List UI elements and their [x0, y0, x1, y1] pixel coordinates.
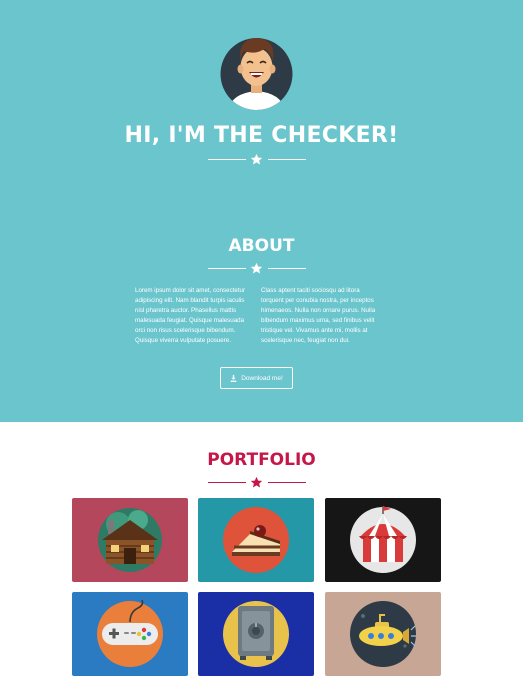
circus-tent-icon — [350, 506, 416, 573]
cake-slice-icon — [223, 507, 289, 573]
portfolio-star-divider — [0, 476, 523, 490]
game-controller-icon — [97, 599, 163, 667]
download-icon — [230, 374, 237, 382]
portfolio-item-controller[interactable] — [72, 592, 188, 676]
divider-line — [208, 482, 246, 483]
star-icon — [250, 153, 263, 165]
portfolio-item-submarine[interactable] — [325, 592, 441, 676]
submarine-icon — [350, 601, 416, 667]
divider-line — [268, 159, 306, 160]
log-cabin-icon — [98, 508, 162, 572]
download-button-label: Download me! — [241, 374, 283, 382]
portfolio-title: PORTFOLIO — [207, 450, 316, 470]
smiling-man-avatar-icon — [220, 38, 293, 110]
divider-line — [268, 268, 306, 269]
hero-section: HI, I'M THE CHECKER! ABOUT Lorem ipsum d… — [0, 0, 523, 422]
divider-line — [208, 268, 246, 269]
hero-title: HI, I'M THE CHECKER! — [124, 123, 399, 148]
about-star-divider — [0, 262, 523, 276]
portfolio-item-cabin[interactable] — [72, 498, 188, 582]
download-button[interactable]: Download me! — [220, 367, 293, 389]
divider-line — [268, 482, 306, 483]
safe-icon — [223, 601, 289, 667]
portfolio-item-cake[interactable] — [198, 498, 314, 582]
hero-star-divider — [0, 153, 523, 167]
star-icon — [250, 476, 263, 488]
star-icon — [250, 262, 263, 274]
portfolio-item-safe[interactable] — [198, 592, 314, 676]
about-text-left: Lorem ipsum dolor sit amet, consectetur … — [135, 287, 246, 344]
portfolio-item-circus[interactable] — [325, 498, 441, 582]
divider-line — [208, 159, 246, 160]
about-title: ABOUT — [228, 236, 295, 256]
about-text-right: Class aptent taciti sociosqu ad litora t… — [261, 287, 376, 344]
